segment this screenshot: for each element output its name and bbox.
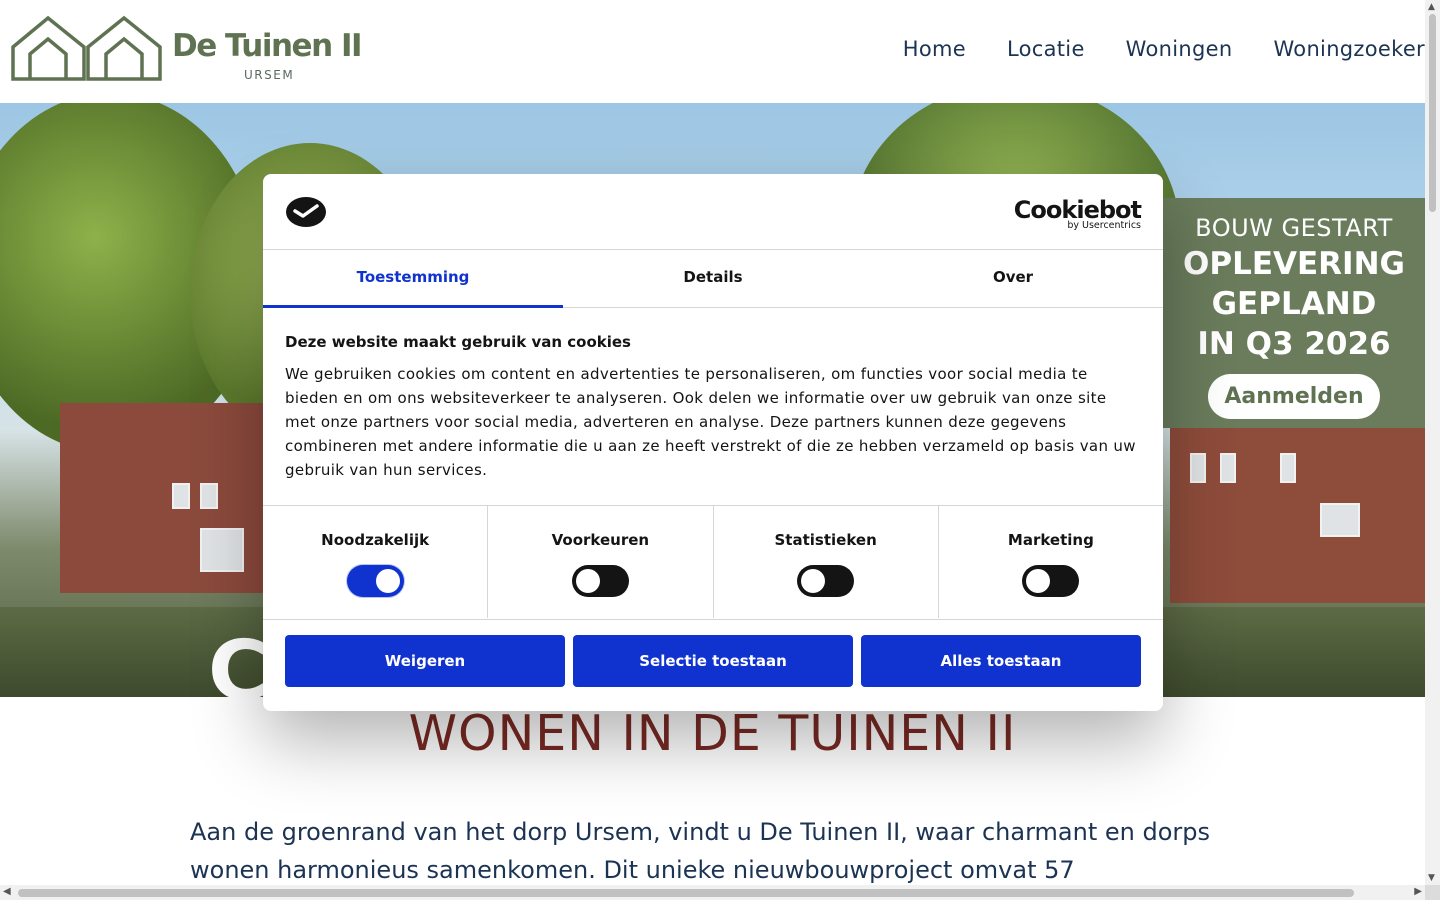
horizontal-scroll-thumb[interactable] xyxy=(18,889,1354,897)
selectie-toestaan-button[interactable]: Selectie toestaan xyxy=(573,635,853,687)
house-right xyxy=(1170,423,1425,603)
tab-over[interactable]: Over xyxy=(863,250,1163,307)
category-noodzakelijk: Noodzakelijk xyxy=(263,506,489,618)
toggle-knob xyxy=(801,569,826,593)
main-nav: Home Locatie Woningen Woningzoeker xyxy=(862,37,1425,61)
intro-text: Aan de groenrand van het dorp Ursem, vin… xyxy=(190,818,1210,884)
cookie-actions: Weigeren Selectie toestaan Alles toestaa… xyxy=(263,619,1163,687)
nav-woningzoeker[interactable]: Woningzoeker xyxy=(1273,37,1425,61)
statistieken-toggle[interactable] xyxy=(797,565,855,597)
tab-details[interactable]: Details xyxy=(563,250,863,307)
section-heading: WONEN IN DE TUINEN II xyxy=(408,705,1017,762)
vertical-scrollbar[interactable]: ▲ ▼ xyxy=(1425,0,1440,885)
category-label: Statistieken xyxy=(774,531,877,549)
cookiebot-brand[interactable]: Cookiebot by Usercentrics xyxy=(1014,196,1142,231)
scroll-down-icon[interactable]: ▼ xyxy=(1428,873,1435,883)
scroll-right-icon[interactable]: ▶ xyxy=(1414,886,1422,897)
site-header: De Tuinen II URSEM Home Locatie Woningen… xyxy=(0,0,1425,103)
construction-badge: BOUW GESTART OPLEVERING GEPLAND IN Q3 20… xyxy=(1163,198,1425,428)
logo-subtitle: URSEM xyxy=(244,68,295,82)
marketing-toggle[interactable] xyxy=(1022,565,1080,597)
cookie-dialog-text: We gebruiken cookies om content en adver… xyxy=(285,365,1136,479)
nav-locatie[interactable]: Locatie xyxy=(1007,37,1085,61)
cookiebot-logo-icon xyxy=(286,197,326,227)
voorkeuren-toggle[interactable] xyxy=(571,565,629,597)
toggle-knob xyxy=(375,569,400,593)
noodzakelijk-toggle[interactable] xyxy=(346,565,404,597)
toggle-knob xyxy=(1026,569,1051,593)
category-label: Marketing xyxy=(1007,531,1094,549)
nav-home[interactable]: Home xyxy=(903,37,966,61)
category-label: Noodzakelijk xyxy=(321,531,430,549)
badge-line-2: OPLEVERING xyxy=(1183,246,1405,282)
category-marketing: Marketing xyxy=(939,506,1163,618)
category-label: Voorkeuren xyxy=(551,531,650,549)
houses-logo-icon xyxy=(11,15,162,81)
alles-toestaan-button[interactable]: Alles toestaan xyxy=(861,635,1141,687)
weigeren-button[interactable]: Weigeren xyxy=(285,635,565,687)
cookie-category-toggles: Noodzakelijk Voorkeuren Statistieken Mar… xyxy=(263,506,1163,619)
category-statistieken: Statistieken xyxy=(714,506,939,618)
tab-toestemming[interactable]: Toestemming xyxy=(263,250,563,308)
cookie-tabs: Toestemming Details Over xyxy=(263,250,1163,308)
house-left xyxy=(60,403,270,593)
toggle-knob xyxy=(575,569,600,593)
site-logo[interactable]: De Tuinen II URSEM xyxy=(10,14,370,84)
badge-line-1: BOUW GESTART xyxy=(1195,214,1393,242)
cookie-consent-dialog: Cookiebot by Usercentrics Toestemming De… xyxy=(263,174,1163,711)
badge-line-3: GEPLAND xyxy=(1211,286,1377,322)
aanmelden-button[interactable]: Aanmelden xyxy=(1208,374,1380,419)
scroll-up-icon[interactable]: ▲ xyxy=(1428,2,1435,12)
cookie-dialog-body: Deze website maakt gebruik van cookies W… xyxy=(263,308,1163,506)
cookie-dialog-header: Cookiebot by Usercentrics xyxy=(263,174,1163,250)
vertical-scroll-thumb[interactable] xyxy=(1429,14,1436,212)
logo-title: De Tuinen II xyxy=(172,28,363,64)
page: De Tuinen II URSEM Home Locatie Woningen… xyxy=(0,0,1440,900)
category-voorkeuren: Voorkeuren xyxy=(488,506,714,618)
scrollbar-corner xyxy=(1425,885,1440,900)
scroll-left-icon[interactable]: ◀ xyxy=(3,886,11,897)
badge-line-4: IN Q3 2026 xyxy=(1197,326,1391,362)
nav-woningen[interactable]: Woningen xyxy=(1126,37,1233,61)
cookie-dialog-title: Deze website maakt gebruik van cookies xyxy=(285,333,631,351)
horizontal-scrollbar[interactable]: ◀ ▶ xyxy=(0,885,1425,900)
